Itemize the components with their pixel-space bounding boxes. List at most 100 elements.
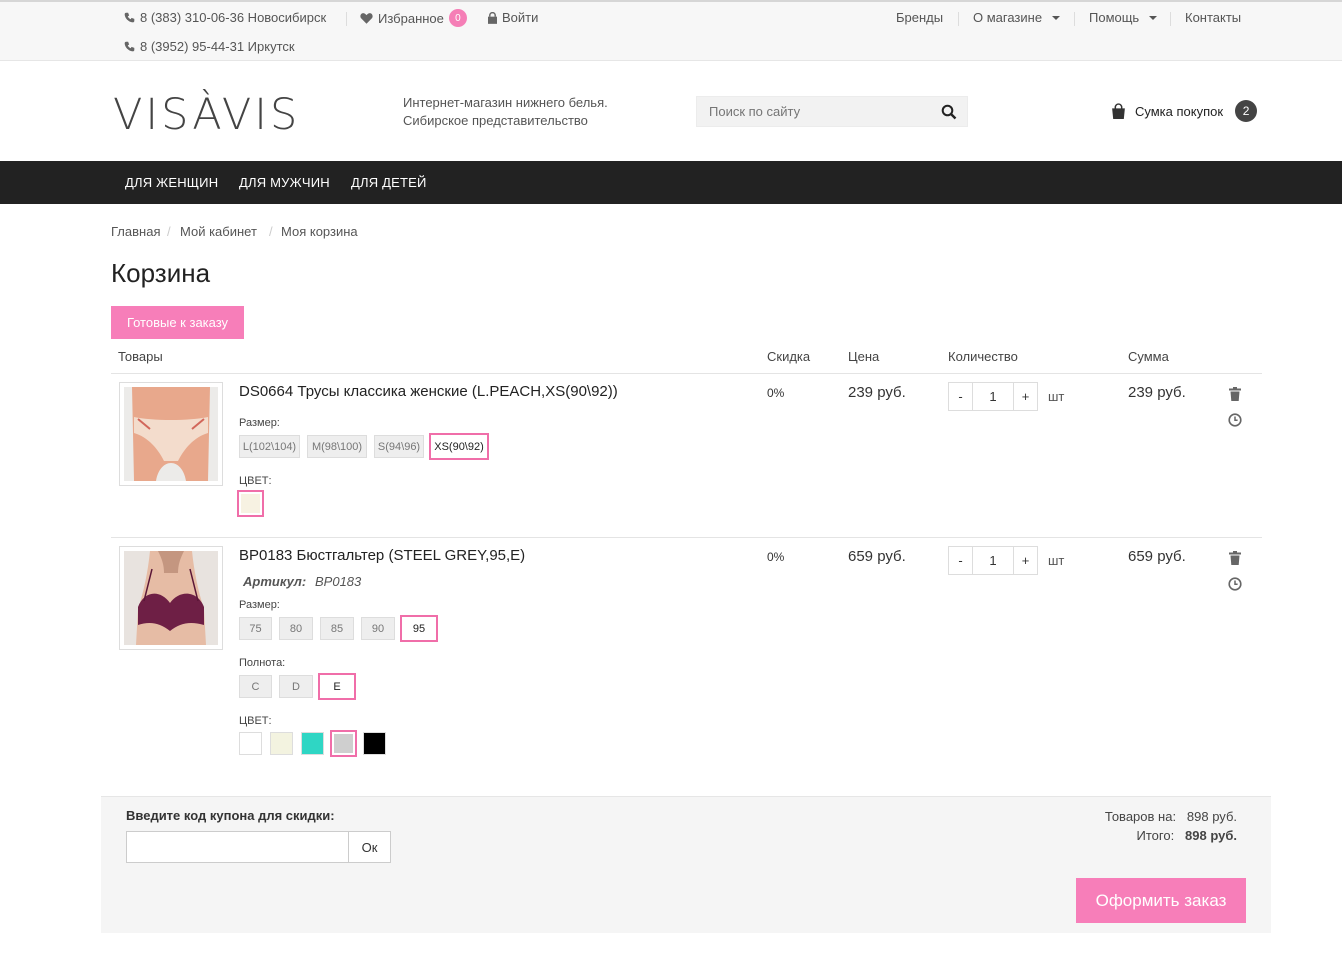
color-label: ЦВЕТ: [239, 715, 272, 727]
clock-icon[interactable] [1228, 577, 1242, 591]
quantity-unit: шт [1048, 389, 1065, 404]
quantity-input[interactable]: 1 [973, 546, 1013, 575]
color-swatch-selected[interactable] [330, 730, 357, 757]
divider [111, 537, 1262, 538]
discount-value: 0% [767, 550, 785, 564]
shopping-bag-link[interactable]: Сумка покупок 2 [1110, 100, 1258, 122]
site-logo[interactable]: VISÀVIS [113, 90, 300, 140]
color-swatch-fill [334, 734, 353, 753]
size-option[interactable]: 75 [239, 617, 272, 640]
color-label: ЦВЕТ: [239, 475, 272, 487]
size-option-selected[interactable]: 95 [400, 615, 438, 642]
search-input[interactable] [697, 97, 927, 126]
breadcrumb-cart: Моя корзина [281, 224, 358, 239]
heart-icon [360, 13, 373, 24]
col-header-discount: Скидка [767, 349, 811, 364]
col-header-quantity: Количество [948, 349, 1018, 364]
nav-link-help-label: Помощь [1089, 10, 1140, 25]
favorites-label: Избранное [378, 10, 444, 26]
fullness-option-selected[interactable]: E [318, 673, 356, 700]
nav-women[interactable]: ДЛЯ ЖЕНЩИН [125, 161, 218, 204]
product-image[interactable] [119, 382, 223, 486]
trash-icon[interactable] [1229, 551, 1241, 565]
goods-total-row: Товаров на: 898 руб. [1105, 809, 1237, 824]
col-header-price: Цена [848, 349, 880, 364]
nav-kids[interactable]: ДЛЯ ДЕТЕЙ [351, 161, 427, 204]
discount-value: 0% [767, 386, 785, 400]
nav-link-contacts[interactable]: Контакты [1185, 10, 1241, 25]
fullness-label: Полнота: [239, 657, 286, 669]
phone-novosibirsk[interactable]: 8 (383) 310-06-36 Новосибирск [124, 10, 326, 25]
price-value: 659 руб. [848, 548, 906, 565]
checkout-button[interactable]: Оформить заказ [1076, 878, 1246, 923]
size-label: Размер: [239, 599, 280, 611]
phone-icon [124, 41, 135, 52]
divider [1074, 12, 1075, 26]
nav-link-about[interactable]: О магазине [973, 10, 1061, 25]
coupon-label: Введите код купона для скидки: [126, 808, 335, 823]
grand-total-row: Итого: 898 руб. [1137, 828, 1237, 843]
login-label: Войти [502, 10, 539, 25]
breadcrumb-account[interactable]: Мой кабинет [180, 224, 257, 239]
color-swatch[interactable] [363, 732, 386, 755]
size-option[interactable]: 90 [361, 617, 395, 640]
nav-link-contacts-label: Контакты [1185, 10, 1242, 25]
coupon-input[interactable] [126, 831, 349, 863]
phone-irkutsk-text: 8 (3952) 95-44-31 Иркутск [140, 39, 295, 54]
divider [111, 373, 1262, 374]
color-swatch-selected[interactable] [237, 490, 264, 517]
size-option-selected[interactable]: XS(90\92) [429, 433, 489, 460]
lock-icon [488, 11, 497, 24]
decrease-button[interactable]: - [948, 382, 973, 411]
decrease-button[interactable]: - [948, 546, 973, 575]
bra-image [124, 551, 218, 645]
breadcrumb-home[interactable]: Главная [111, 224, 160, 239]
size-option[interactable]: 80 [279, 617, 313, 640]
shopping-bag-label: Сумка покупок [1135, 103, 1224, 119]
bag-count-badge: 2 [1235, 100, 1258, 122]
size-option[interactable]: M(98\100) [307, 435, 367, 458]
phone-irkutsk[interactable]: 8 (3952) 95-44-31 Иркутск [124, 39, 295, 54]
product-title[interactable]: BP0183 Бюстгальтер (STEEL GREY,95,E) [239, 547, 525, 564]
nav-link-brands[interactable]: Бренды [896, 10, 943, 25]
clock-icon[interactable] [1228, 413, 1242, 427]
nav-link-help[interactable]: Помощь [1089, 10, 1158, 25]
nav-link-about-label: О магазине [973, 10, 1043, 25]
coupon-ok-button[interactable]: Ок [348, 831, 391, 863]
quantity-stepper: - 1 + шт [948, 546, 1064, 575]
size-option[interactable]: 85 [320, 617, 354, 640]
search-icon[interactable] [941, 104, 957, 120]
nav-link-brands-label: Бренды [896, 10, 944, 25]
sum-value: 659 руб. [1128, 548, 1186, 565]
shopping-bag-icon [1112, 102, 1125, 119]
page-title: Корзина [111, 258, 211, 288]
grand-total-value: 898 руб. [1185, 828, 1237, 843]
trash-icon[interactable] [1229, 387, 1241, 401]
tagline-line-1: Интернет-магазин нижнего белья. [403, 95, 608, 110]
size-option[interactable]: L(102\104) [239, 435, 300, 458]
ready-to-order-button[interactable]: Готовые к заказу [111, 306, 244, 339]
increase-button[interactable]: + [1013, 546, 1038, 575]
product-image[interactable] [119, 546, 223, 650]
divider [346, 12, 347, 26]
login-link[interactable]: Войти [488, 10, 538, 25]
color-swatch[interactable] [239, 732, 262, 755]
search-box [696, 96, 968, 127]
color-swatch[interactable] [301, 732, 324, 755]
size-option[interactable]: S(94\96) [374, 435, 424, 458]
nav-men[interactable]: ДЛЯ МУЖЧИН [239, 161, 330, 204]
fullness-option[interactable]: C [239, 675, 272, 698]
article-value: BP0183 [315, 574, 362, 589]
product-title[interactable]: DS0664 Трусы классика женские (L.PEACH,X… [239, 383, 618, 400]
divider [958, 12, 959, 26]
fullness-option[interactable]: D [279, 675, 313, 698]
tagline-line-2: Сибирское представительство [403, 113, 588, 128]
price-value: 239 руб. [848, 384, 906, 401]
increase-button[interactable]: + [1013, 382, 1038, 411]
main-nav: ДЛЯ ЖЕНЩИН ДЛЯ МУЖЧИН ДЛЯ ДЕТЕЙ [0, 161, 1342, 204]
quantity-input[interactable]: 1 [973, 382, 1013, 411]
phone-novosibirsk-text: 8 (383) 310-06-36 Новосибирск [140, 10, 327, 25]
article-label: Артикул: [243, 574, 307, 589]
favorites-link[interactable]: Избранное 0 [360, 9, 467, 27]
color-swatch[interactable] [270, 732, 293, 755]
